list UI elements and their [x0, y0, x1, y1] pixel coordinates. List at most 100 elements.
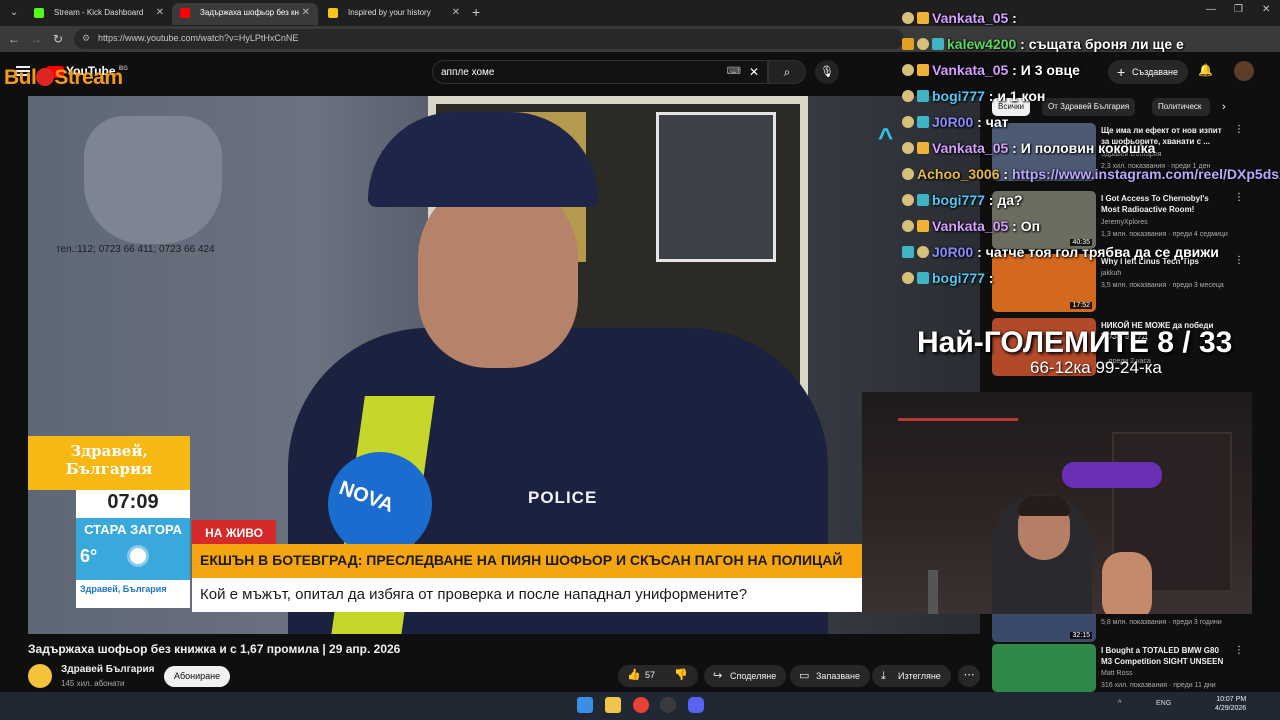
- voice-search-button[interactable]: 🎙: [815, 60, 839, 84]
- chat-user: J0R00: [932, 114, 974, 130]
- keyboard-icon[interactable]: ⌨: [727, 66, 741, 77]
- channel-avatar[interactable]: [28, 664, 52, 688]
- share-button[interactable]: ↪ Споделяне: [704, 665, 787, 687]
- thumbs-down-icon[interactable]: 👎: [674, 668, 688, 681]
- chat-badge-icon: [902, 64, 914, 76]
- rec-channel[interactable]: Matt Ross: [1101, 670, 1133, 677]
- language-indicator[interactable]: ENG: [1156, 700, 1171, 707]
- chip-channel[interactable]: От Здравей България: [1042, 98, 1136, 116]
- download-icon: ⤓: [881, 670, 886, 682]
- video-player[interactable]: тел.:112; 0723 66 411; 0723 66 424 POLIC…: [28, 96, 980, 634]
- search-icon: ⌕: [783, 65, 791, 79]
- rec-menu-icon[interactable]: ⋮: [1234, 645, 1244, 656]
- rec-meta: 316 хил. показвания · преди 11 дни: [1101, 682, 1216, 689]
- chat-user: kalew4200: [947, 36, 1017, 52]
- reload-icon[interactable]: ↻: [50, 31, 66, 47]
- thumbs-up-icon[interactable]: 👍: [627, 668, 641, 681]
- chat-badge-icon: [917, 38, 929, 50]
- save-label: Запазване: [816, 671, 861, 681]
- close-icon[interactable]: ✕: [302, 3, 310, 23]
- rec-meta: 3,5 млн. показвания · преди 3 месеца: [1101, 282, 1224, 289]
- rec-channel[interactable]: jakkuh: [1101, 270, 1121, 277]
- chrome-icon[interactable]: [633, 697, 649, 713]
- close-icon[interactable]: ✕: [452, 3, 460, 23]
- more-actions-icon[interactable]: ⋯: [958, 665, 980, 687]
- window-close-icon[interactable]: ✕: [1262, 4, 1270, 15]
- tattooed-arm: [1102, 552, 1152, 614]
- back-arrow-icon[interactable]: ←: [6, 31, 22, 47]
- tab-inspired-history[interactable]: Inspired by your history ✕: [320, 3, 468, 25]
- rec-title[interactable]: I Got Access To Chernobyl's Most Radioac…: [1101, 193, 1229, 215]
- rec-menu-icon[interactable]: ⋮: [1234, 255, 1244, 266]
- tab-youtube-video[interactable]: Задържаха шофьор без кн ✕: [172, 3, 318, 25]
- rec-thumbnail[interactable]: [992, 644, 1096, 692]
- sub-badge-icon: [917, 220, 929, 232]
- page-favicon-icon: [328, 8, 338, 18]
- subscribe-button[interactable]: Абониране: [164, 666, 231, 687]
- tab-kick-dashboard[interactable]: Stream - Kick Dashboard ✕: [26, 3, 172, 25]
- streamer-hair: [1018, 496, 1070, 516]
- chat-message: Vankata_05 :: [902, 10, 1017, 32]
- webcam-neon-light: [898, 418, 1018, 421]
- chat-message: kalew4200 : същата броня ли ще е: [902, 36, 1184, 58]
- search-button[interactable]: ⌕: [768, 60, 806, 84]
- create-button[interactable]: Създаване: [1108, 60, 1188, 84]
- chat-badge-icon: [902, 12, 914, 24]
- counter-subtitle: 66-12ка 99-24-ка: [1030, 358, 1162, 377]
- chat-badge-icon: [902, 246, 914, 258]
- tab-title: Задържаха шофьор без кн: [200, 8, 299, 17]
- site-info-icon[interactable]: ⚙: [82, 33, 94, 45]
- obs-icon[interactable]: [660, 697, 676, 713]
- download-button[interactable]: ⤓ Изтегляне: [872, 665, 951, 687]
- discord-icon[interactable]: [688, 697, 704, 713]
- chat-user: Vankata_05: [932, 218, 1009, 234]
- notifications-bell-icon[interactable]: 🔔: [1198, 63, 1213, 77]
- windows-start-icon[interactable]: [577, 697, 593, 713]
- chat-text: чат: [985, 114, 1009, 130]
- rec-channel[interactable]: JeremyXplores: [1101, 219, 1148, 226]
- rec-title[interactable]: I Bought a TOTALED BMW G80 M3 Competitio…: [1101, 645, 1229, 667]
- clock-time: 10:07 PM: [1216, 696, 1247, 703]
- clock-date: 4/29/2026: [1215, 705, 1247, 712]
- rec-meta: 1,3 млн. показвания · преди 4 седмици: [1101, 231, 1228, 238]
- address-bar[interactable]: ⚙ https://www.youtube.com/watch?v=HyLPtH…: [74, 29, 904, 49]
- chat-link[interactable]: https://www.instagram.com/reel/DXp5dsx: [1012, 166, 1280, 182]
- chat-badge-icon: [902, 272, 914, 284]
- youtube-favicon-icon: [180, 8, 190, 18]
- chat-text: И 3 овце: [1020, 62, 1080, 78]
- chat-text: и 1 кон: [997, 88, 1046, 104]
- download-label: Изтегляне: [898, 671, 941, 681]
- chat-user: bogi777: [932, 88, 985, 104]
- chat-badge-icon: [902, 90, 914, 102]
- minimize-icon[interactable]: —: [1206, 4, 1216, 15]
- chat-user: J0R00: [932, 244, 974, 260]
- sub-badge-icon: [917, 12, 929, 24]
- rec-menu-icon[interactable]: ⋮: [1234, 192, 1244, 203]
- chevron-right-icon[interactable]: ›: [1222, 101, 1226, 113]
- maximize-icon[interactable]: ❐: [1234, 4, 1243, 15]
- save-button[interactable]: ▭ Запазване: [790, 665, 871, 687]
- clear-search-icon[interactable]: ✕: [749, 65, 759, 79]
- rec-menu-icon[interactable]: ⋮: [1234, 124, 1244, 135]
- account-avatar[interactable]: [1234, 61, 1254, 81]
- file-explorer-icon[interactable]: [605, 697, 621, 713]
- channel-subscribers: 145 хил. абонати: [61, 679, 125, 688]
- chat-user: bogi777: [932, 270, 985, 286]
- forward-arrow-icon[interactable]: →: [28, 31, 44, 47]
- show-footer-brand: Здравей, България: [80, 584, 167, 594]
- tab-search-chevron-icon[interactable]: ⌄: [6, 5, 22, 21]
- chat-text: Оп: [1020, 218, 1041, 234]
- chat-badge-icon: [902, 168, 914, 180]
- channel-name[interactable]: Здравей България: [61, 664, 154, 675]
- sub-badge-icon: [917, 64, 929, 76]
- broadcast-time: 07:09: [107, 491, 159, 513]
- chat-message: bogi777 : и 1 кон: [902, 88, 1045, 110]
- tray-chevron-icon[interactable]: ^: [1118, 700, 1121, 707]
- new-tab-plus-icon[interactable]: +: [472, 4, 480, 20]
- taskbar-clock[interactable]: 10:07 PM 4/29/2026: [1215, 695, 1246, 713]
- close-icon[interactable]: ✕: [156, 3, 164, 23]
- search-input[interactable]: аппле хоме ⌨ ✕: [432, 60, 768, 84]
- police-text: POLICE: [528, 488, 598, 507]
- chat-text: да?: [997, 192, 1023, 208]
- chip-political[interactable]: Политическ: [1152, 98, 1210, 116]
